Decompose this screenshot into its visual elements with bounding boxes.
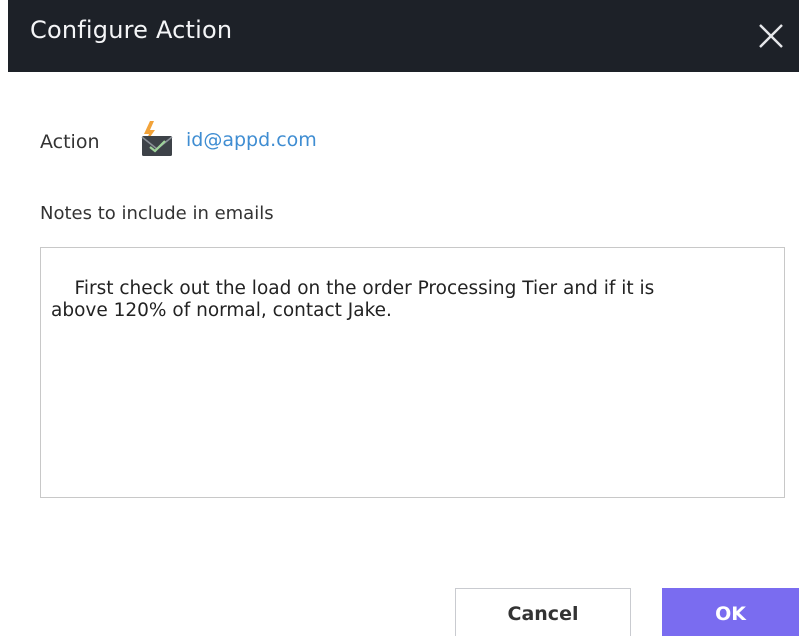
configure-action-dialog: Configure Action Action id@appd.com Note…: [0, 0, 799, 636]
resize-handle-icon[interactable]: [768, 481, 780, 493]
dialog-title: Configure Action: [30, 16, 233, 44]
email-action-icon: [138, 120, 178, 160]
notes-text: First check out the load on the order Pr…: [51, 278, 655, 321]
ok-button[interactable]: OK: [662, 588, 799, 636]
dialog-titlebar: Configure Action: [8, 0, 799, 72]
cancel-button[interactable]: Cancel: [455, 588, 631, 636]
notes-label: Notes to include in emails: [40, 203, 274, 224]
close-icon[interactable]: [753, 18, 789, 54]
action-label: Action: [40, 131, 100, 153]
action-email-link[interactable]: id@appd.com: [186, 129, 317, 151]
notes-textarea[interactable]: First check out the load on the order Pr…: [40, 247, 785, 498]
